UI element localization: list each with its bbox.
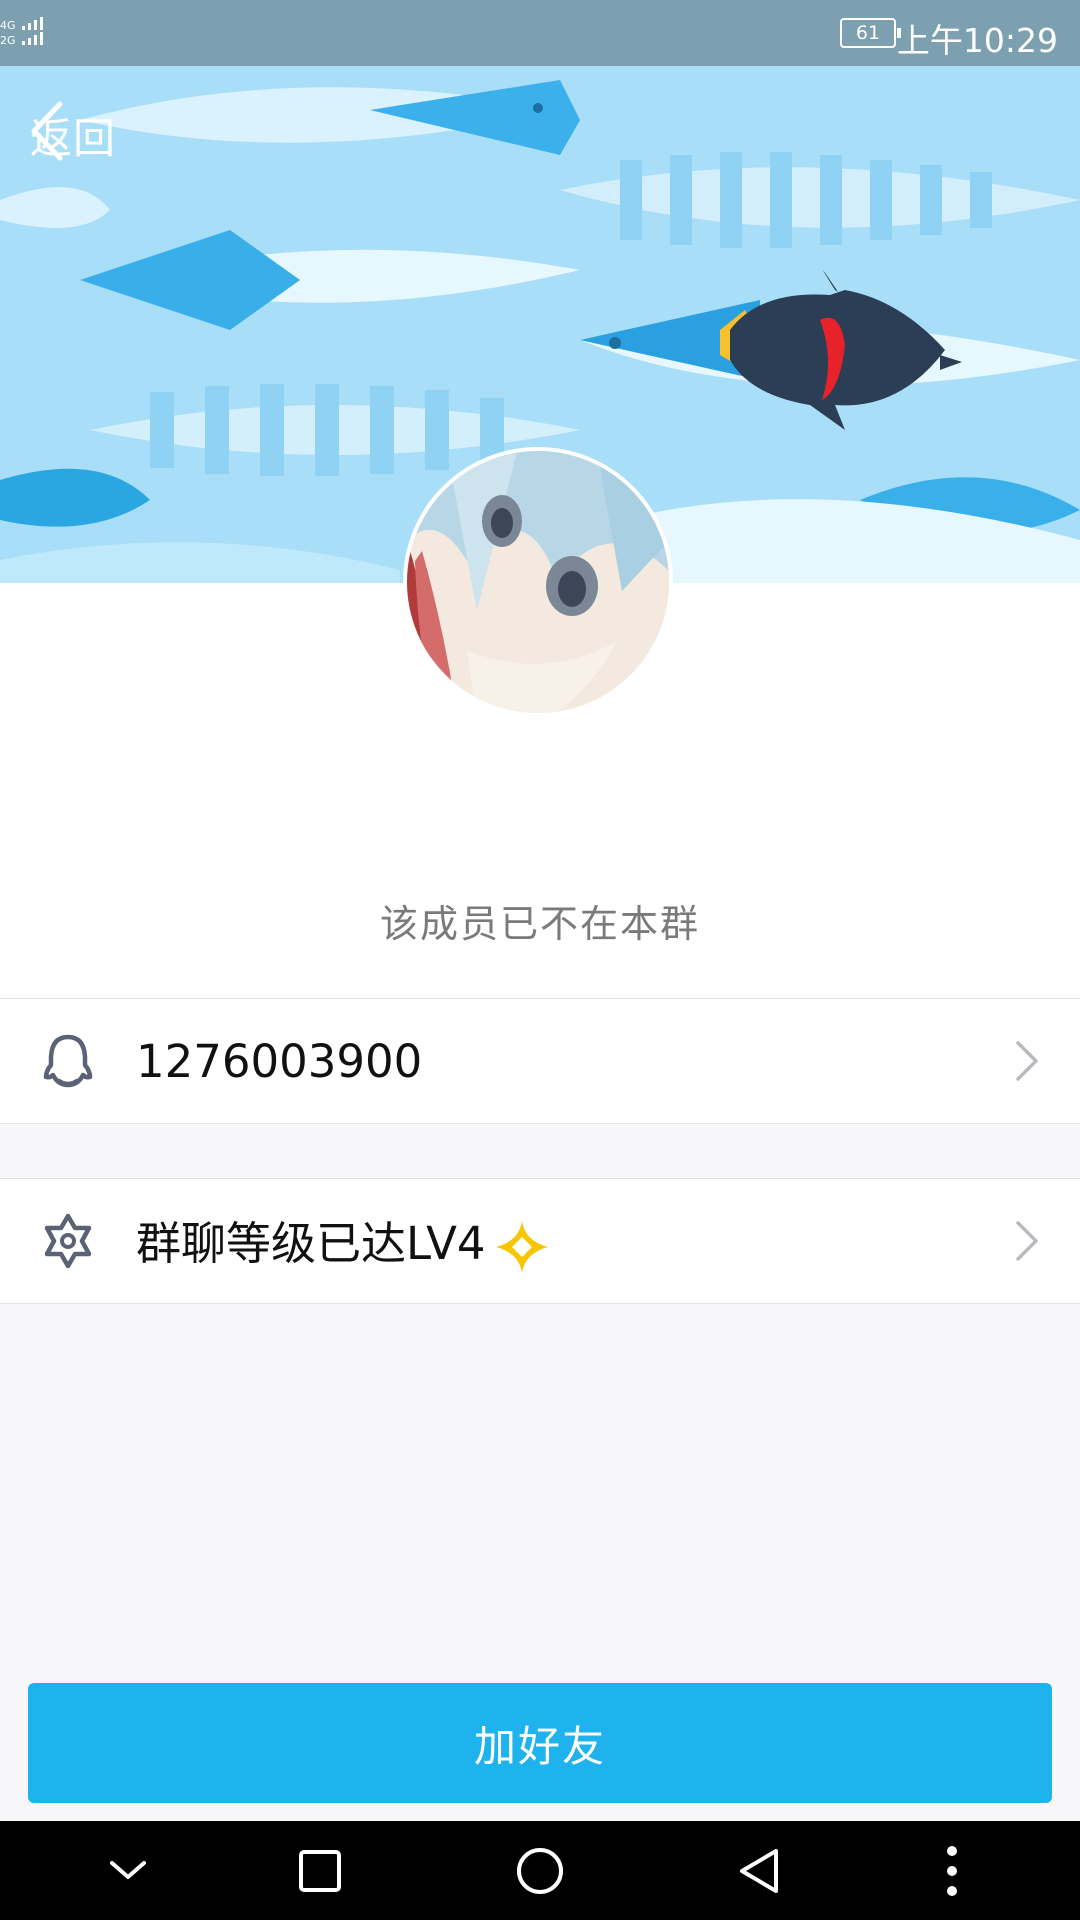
status-bar: 4G 2G 61 上午10:29: [0, 0, 1080, 66]
group-level-label: 群聊等级已达LV4: [136, 1217, 486, 1270]
star-badge-icon: [44, 1213, 92, 1269]
group-level-text: 群聊等级已达LV4: [136, 1207, 550, 1275]
more-vertical-icon[interactable]: [922, 1843, 982, 1899]
chevron-right-icon: [1016, 1221, 1038, 1261]
svg-text:4G: 4G: [0, 19, 16, 32]
diamond-icon: [495, 1221, 548, 1273]
avatar[interactable]: [403, 447, 673, 717]
back-button[interactable]: 返回: [26, 100, 116, 170]
battery-icon: 61: [840, 18, 901, 48]
qq-penguin-icon: [43, 1034, 93, 1088]
group-level-row[interactable]: 群聊等级已达LV4: [0, 1178, 1080, 1304]
circle-icon[interactable]: [510, 1843, 570, 1899]
qq-number: 1276003900: [136, 1034, 423, 1088]
signal-icon: 4G 2G: [0, 17, 43, 47]
chevron-right-icon: [1016, 1041, 1038, 1081]
qq-number-row[interactable]: 1276003900: [0, 998, 1080, 1124]
svg-text:2G: 2G: [0, 34, 16, 47]
square-icon[interactable]: [290, 1843, 350, 1899]
chevron-down-icon[interactable]: [98, 1843, 158, 1899]
clock: 上午10:29: [896, 21, 1058, 60]
chevron-left-icon: [31, 101, 63, 161]
add-friend-button[interactable]: 加好友: [28, 1683, 1052, 1803]
member-status-text: 该成员已不在本群: [379, 902, 700, 946]
triangle-back-icon[interactable]: [730, 1843, 790, 1899]
navigation-bar: [0, 1821, 1080, 1920]
avatar-image: [407, 451, 669, 713]
